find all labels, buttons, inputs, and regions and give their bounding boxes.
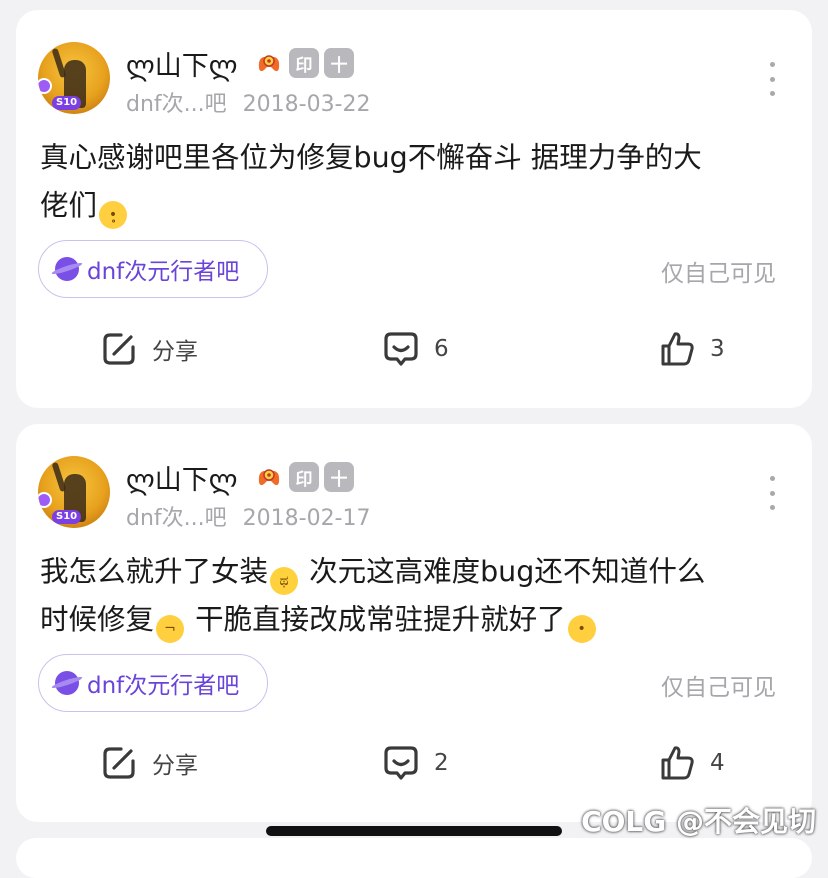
thumbs-up-icon (661, 746, 694, 780)
visibility-label: 仅自己可见 (661, 261, 776, 287)
forum-short-name[interactable]: dnf次...吧 (126, 506, 227, 531)
content-line: 佬们 (40, 189, 98, 222)
share-label: 分享 (152, 753, 198, 779)
pleading-face-emoji-icon: •̥̥ (99, 201, 128, 229)
like-count: 3 (710, 336, 725, 362)
post-card[interactable]: S10 ლ山下ლ 印 十 dnf次...吧 2018-03-22 真心感谢吧里各位… (16, 10, 812, 408)
action-bar: 分享 6 3 (16, 330, 812, 380)
crying-face-emoji-icon: ಥ (270, 567, 299, 595)
avatar[interactable]: S10 (38, 456, 110, 528)
share-button[interactable]: 分享 (100, 330, 198, 368)
username[interactable]: ლ山下ლ (126, 44, 237, 83)
watermark: COLG @不会见切 (581, 805, 816, 838)
comment-button[interactable]: 6 (382, 330, 449, 368)
share-button[interactable]: 分享 (100, 744, 198, 782)
thumbs-up-icon (661, 332, 694, 366)
share-label: 分享 (152, 339, 198, 365)
forum-tag[interactable]: dnf次元行者吧 (38, 240, 268, 298)
content-line: 我怎么就升了女装 (40, 555, 269, 588)
like-button[interactable]: 3 (658, 330, 725, 368)
like-count: 4 (710, 750, 725, 776)
post-meta: dnf次...吧 2018-03-22 (126, 86, 371, 118)
post-meta: dnf次...吧 2018-02-17 (126, 500, 371, 532)
content-line: 次元这高难度bug还不知道什么 (300, 555, 706, 588)
like-button[interactable]: 4 (658, 744, 725, 782)
print-badge: 印 (289, 48, 319, 78)
post-date: 2018-03-22 (242, 92, 371, 117)
plus-badge: 十 (324, 48, 354, 78)
game-controller-icon (254, 48, 284, 78)
comment-bubble-icon (384, 332, 418, 366)
avatar[interactable]: S10 (38, 42, 110, 114)
content-line: 真心感谢吧里各位为修复bug不懈奋斗 据理力争的大 (40, 141, 702, 174)
username[interactable]: ლ山下ლ (126, 458, 237, 497)
content-line: 时候修复 (40, 603, 155, 636)
avatar-level-badge: S10 (52, 510, 82, 524)
more-vertical-icon[interactable] (770, 476, 776, 510)
share-edit-icon (103, 333, 135, 365)
game-controller-icon (254, 462, 284, 492)
post-date: 2018-02-17 (242, 506, 371, 531)
comment-count: 2 (434, 750, 449, 776)
post-content[interactable]: 真心感谢吧里各位为修复bug不懈奋斗 据理力争的大 佬们 •̥̥ (40, 134, 790, 230)
planet-icon (55, 671, 79, 695)
comment-count: 6 (434, 336, 449, 362)
share-edit-icon (103, 747, 135, 779)
visibility-label: 仅自己可见 (661, 675, 776, 701)
post-card[interactable]: S10 ლ山下ლ 印 十 dnf次...吧 2018-02-17 我怎么就升了女装… (16, 424, 812, 822)
planet-icon (55, 257, 79, 281)
home-indicator[interactable] (266, 826, 562, 836)
comment-bubble-icon (384, 746, 418, 780)
hand-over-mouth-emoji-icon: • (567, 615, 596, 643)
more-vertical-icon[interactable] (770, 62, 776, 96)
action-bar: 分享 2 4 (16, 744, 812, 794)
content-line: 干脆直接改成常驻提升就好了 (186, 603, 566, 636)
unamused-face-emoji-icon: ¬ (156, 615, 185, 643)
post-content[interactable]: 我怎么就升了女装 ಥ 次元这高难度bug还不知道什么 时候修复 ¬ 干脆直接改成常驻… (40, 548, 790, 644)
forum-short-name[interactable]: dnf次...吧 (126, 92, 227, 117)
forum-tag[interactable]: dnf次元行者吧 (38, 654, 268, 712)
plus-badge: 十 (324, 462, 354, 492)
comment-button[interactable]: 2 (382, 744, 449, 782)
post-card[interactable] (16, 838, 812, 878)
avatar-level-badge: S10 (52, 96, 82, 110)
forum-tag-label: dnf次元行者吧 (87, 673, 240, 699)
print-badge: 印 (289, 462, 319, 492)
forum-tag-label: dnf次元行者吧 (87, 259, 240, 285)
